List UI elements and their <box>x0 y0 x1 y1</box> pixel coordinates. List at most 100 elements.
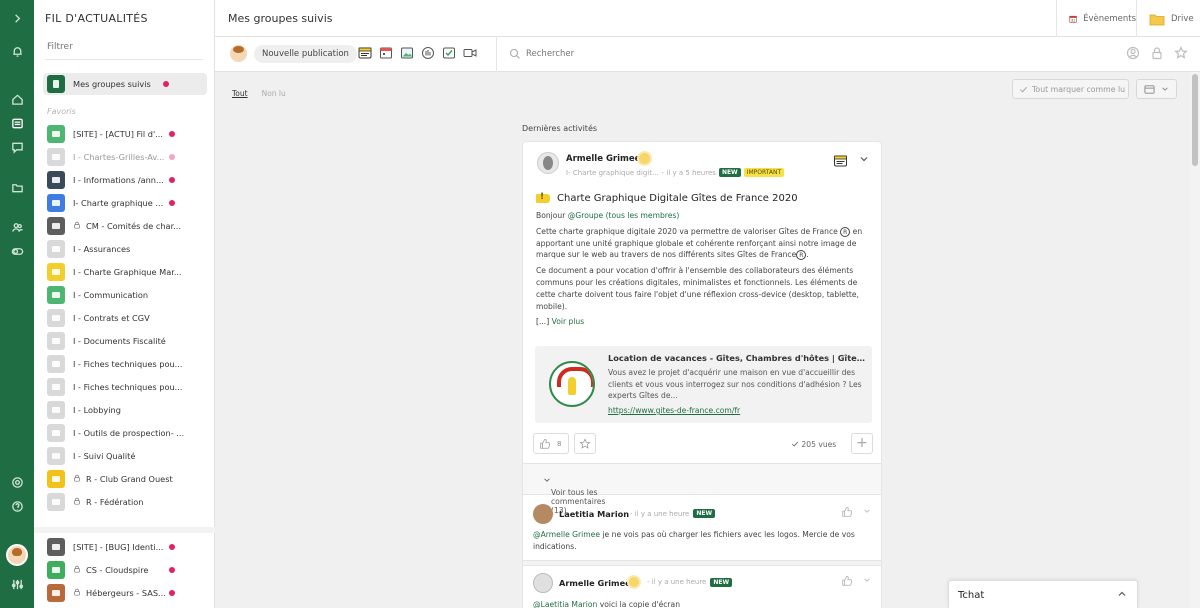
sidebar-item-label: I - Lobbying <box>73 405 121 415</box>
sidebar-item-label: I - Outils de prospection- ... <box>73 428 185 438</box>
sidebar-group-item[interactable]: [SITE] - [ACTU] Fil d'... <box>43 123 207 145</box>
sidebar-group-item[interactable]: I - Assurances <box>43 238 207 260</box>
tab-unread[interactable]: Non lu <box>262 89 286 98</box>
current-user-avatar[interactable] <box>6 544 28 566</box>
sidebar-item-followed-groups[interactable]: Mes groupes suivis <box>43 73 207 95</box>
drive-button[interactable]: Drive <box>1136 0 1200 37</box>
sidebar-group-item[interactable]: I - Communication <box>43 284 207 306</box>
view-comments-link[interactable]: Voir tous les commentaires (13) <box>537 476 605 515</box>
search-input[interactable] <box>526 46 826 62</box>
sidebar-group-item[interactable]: I - Chartes-Grilles-Av... <box>43 146 207 168</box>
image-icon[interactable] <box>399 45 415 61</box>
folder-icon[interactable] <box>0 178 34 196</box>
link-description: Vous avez le projet d'acquérir une maiso… <box>608 368 862 400</box>
link-title[interactable]: Location de vacances - Gîtes, Chambres d… <box>608 353 868 363</box>
chevron-up-icon[interactable] <box>1117 589 1127 599</box>
event-icon[interactable] <box>378 45 394 61</box>
filter-input[interactable] <box>47 42 201 52</box>
group-glyph <box>52 384 60 390</box>
group-glyph <box>52 269 60 275</box>
sidebar-group-item[interactable]: R - Club Grand Ouest <box>43 468 207 490</box>
comment-menu-chevron-icon[interactable] <box>863 507 871 515</box>
author-avatar[interactable] <box>537 152 559 174</box>
see-more-link[interactable]: Voir plus <box>552 317 585 326</box>
new-badge: NEW <box>693 509 716 518</box>
comment-author[interactable]: Armelle Grimee <box>559 578 631 588</box>
lock-icon[interactable] <box>1150 46 1164 60</box>
tab-all[interactable]: Tout <box>232 89 248 98</box>
group-icon <box>47 148 65 166</box>
sidebar-group-item[interactable]: I - Lobbying <box>43 399 207 421</box>
like-button[interactable]: 8 <box>533 433 569 454</box>
sidebar-group-item[interactable]: I - Suivi Qualité <box>43 445 207 467</box>
sidebar-item-label: I - Informations /ann... <box>73 175 164 185</box>
group-mention[interactable]: @Groupe (tous les membres) <box>568 211 680 220</box>
task-icon[interactable] <box>441 45 457 61</box>
sidebar-group-item[interactable]: I - Charte Graphique Mar... <box>43 261 207 283</box>
profile-icon[interactable] <box>1126 46 1140 60</box>
read-filter-tabs: Tout Non lu <box>232 89 286 98</box>
view-mode-dropdown[interactable] <box>1136 79 1177 99</box>
calendar-icon: 31 <box>1069 15 1077 23</box>
expand-chevron-icon[interactable] <box>0 9 34 27</box>
comment: Laetitia Marion - il y a une heure NEW @… <box>523 496 881 558</box>
commenter-avatar[interactable] <box>533 573 553 593</box>
link-url[interactable]: https://www.gites-de-france.com/fr <box>608 406 740 415</box>
events-button[interactable]: 31 Évènements <box>1056 0 1136 37</box>
thumbs-up-icon[interactable] <box>841 506 853 518</box>
sidebar-group-item[interactable]: R - Fédération <box>43 491 207 513</box>
settings-icon[interactable] <box>0 473 34 491</box>
bell-icon[interactable] <box>0 42 34 60</box>
scrollbar[interactable] <box>1190 72 1200 608</box>
new-badge: NEW <box>710 577 733 587</box>
commenter-avatar[interactable] <box>533 504 553 524</box>
video-icon[interactable] <box>462 45 478 61</box>
sidebar-group-item[interactable]: I - Fiches techniques pou... <box>43 376 207 398</box>
poll-icon[interactable] <box>420 45 436 61</box>
unread-dot <box>169 200 175 206</box>
home-icon[interactable] <box>0 90 34 108</box>
sidebar-group-item[interactable]: I - Contrats et CGV <box>43 307 207 329</box>
comment-author[interactable]: Laetitia Marion <box>559 509 629 519</box>
user-mention[interactable]: @Laetitia Marion <box>533 600 597 608</box>
favorite-button[interactable] <box>574 433 596 454</box>
mark-all-read-button[interactable]: Tout marquer comme lu <box>1012 79 1129 99</box>
add-button[interactable]: + <box>851 433 873 454</box>
group-icon <box>47 447 65 465</box>
sidebar-group-item[interactable]: CM - Comités de char... <box>43 215 207 237</box>
new-post-button[interactable]: Nouvelle publication <box>254 45 357 63</box>
mark-all-read-label: Tout marquer comme lu <box>1032 84 1126 94</box>
star-icon[interactable] <box>1174 46 1188 60</box>
scrollbar-thumb[interactable] <box>1192 74 1198 166</box>
sidebar-group-item[interactable]: [SITE] - [BUG] Identi... <box>43 536 207 558</box>
group-glyph <box>52 567 60 573</box>
sidebar-group-item[interactable]: I - Documents Fiscalité <box>43 330 207 352</box>
newsfeed-icon[interactable] <box>0 114 34 132</box>
chat-panel[interactable]: Tchat <box>948 580 1138 608</box>
comment-menu-chevron-icon[interactable] <box>863 576 871 584</box>
toggle-icon[interactable] <box>0 242 34 260</box>
view-comments-bar[interactable]: Voir tous les commentaires (13) <box>523 463 881 515</box>
group-icon <box>47 561 65 579</box>
sidebar-group-item[interactable]: CS - Cloudspire <box>43 559 207 581</box>
sidebar-group-item[interactable]: Hébergeurs - SAS... <box>43 582 207 604</box>
post-author[interactable]: Armelle Grimee <box>566 154 640 164</box>
chat-title: Tchat <box>958 590 985 601</box>
user-mention[interactable]: @Armelle Grimee <box>533 530 600 539</box>
sidebar-group-item[interactable]: I - Informations /ann... <box>43 169 207 191</box>
sidebar-group-item[interactable]: I - Fiches techniques pou... <box>43 353 207 375</box>
post-paragraph-2: Ce document a pour vocation d'offrir à l… <box>536 266 859 311</box>
group-icon <box>47 332 65 350</box>
post-menu-chevron-icon[interactable] <box>859 154 869 164</box>
help-icon[interactable] <box>0 497 34 515</box>
sliders-icon[interactable] <box>0 575 34 593</box>
star-outline-icon <box>579 437 591 449</box>
article-icon[interactable] <box>357 45 373 61</box>
messages-icon[interactable] <box>0 138 34 156</box>
sidebar-group-item[interactable]: I - Outils de prospection- ... <box>43 422 207 444</box>
users-icon[interactable] <box>0 218 34 236</box>
sidebar-group-item[interactable]: I- Charte graphique ... <box>43 192 207 214</box>
thumbs-up-icon[interactable] <box>841 575 853 587</box>
post-group[interactable]: I- Charte graphique digit... <box>566 169 659 177</box>
link-preview[interactable]: Location de vacances - Gîtes, Chambres d… <box>535 346 872 423</box>
